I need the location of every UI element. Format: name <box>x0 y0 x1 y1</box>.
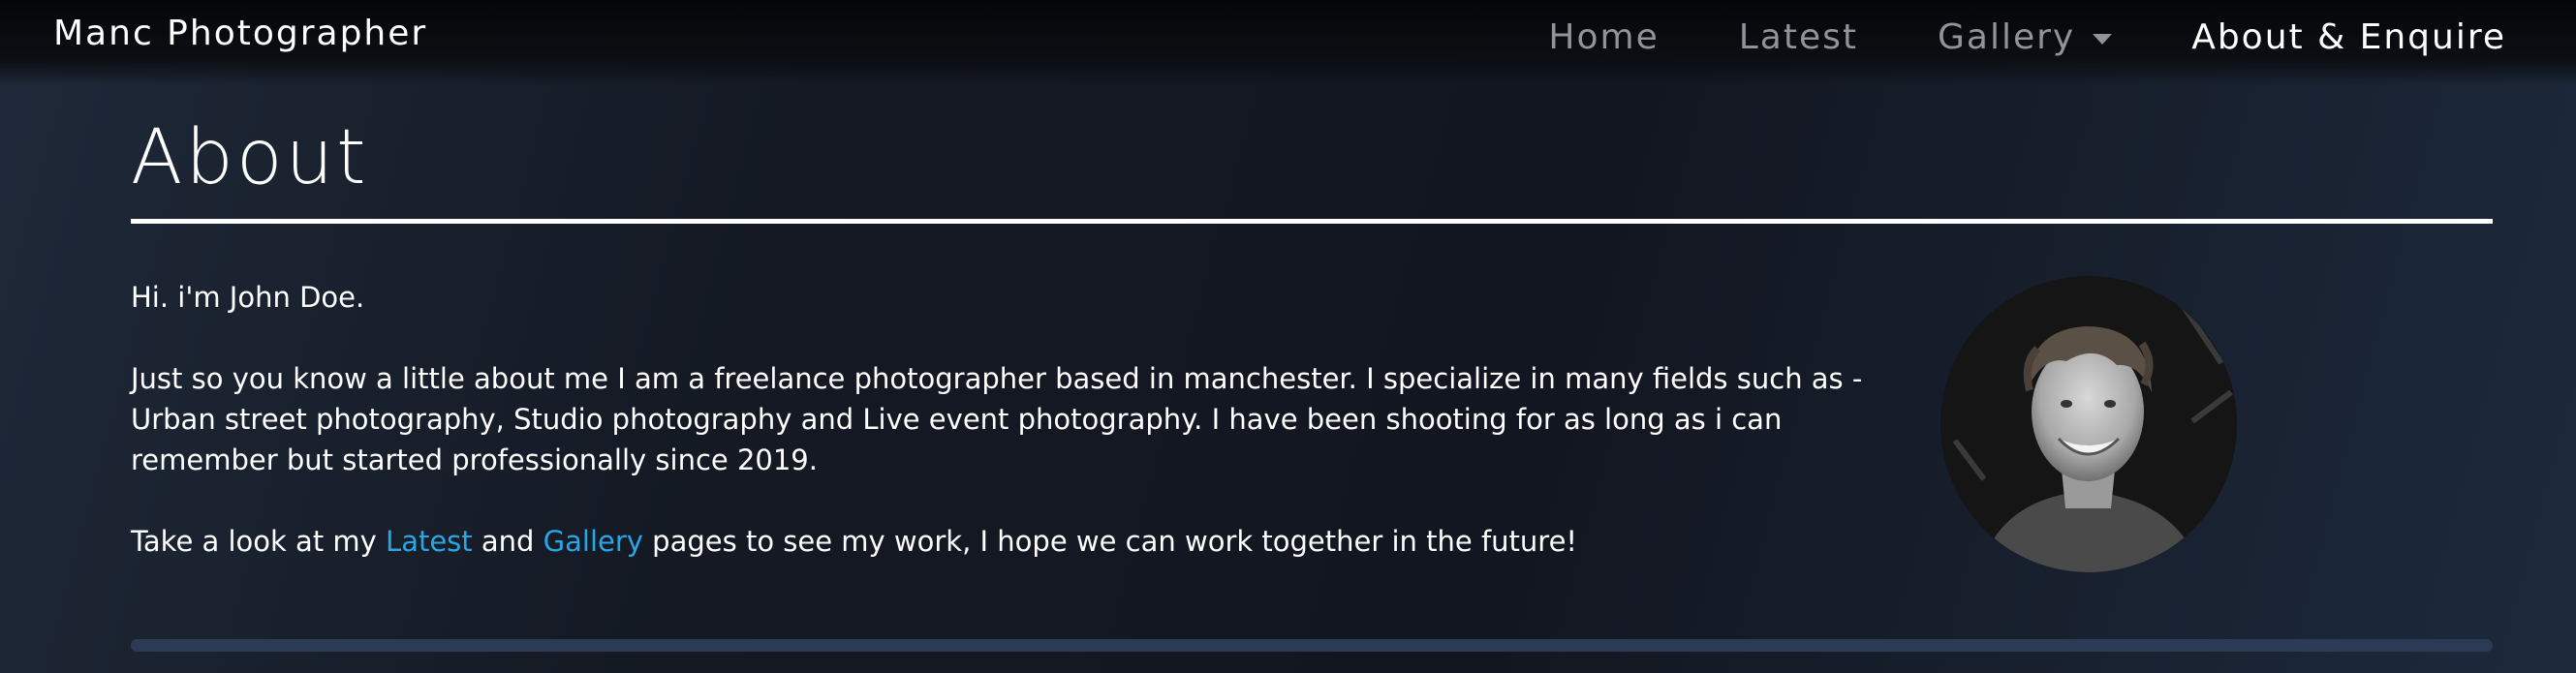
nav-gallery-label: Gallery <box>1937 17 2076 57</box>
cta-suffix: pages to see my work, I hope we can work… <box>642 525 1578 558</box>
main-nav: Home Latest Gallery About & Enquire <box>1469 17 2506 57</box>
cta-middle: and <box>472 525 543 558</box>
latest-link[interactable]: Latest <box>386 525 473 558</box>
bio-text: Just so you know a little about me I am … <box>131 362 1863 476</box>
brand-logo[interactable]: Manc Photographer <box>53 14 427 53</box>
top-navbar: Manc Photographer Home Latest Gallery Ab… <box>0 0 2576 85</box>
profile-photo <box>1940 276 2237 572</box>
title-divider <box>131 219 2493 224</box>
nav-gallery[interactable]: Gallery <box>1937 17 2113 57</box>
about-content: Hi. i'm John Doe. Just so you know a lit… <box>131 277 1909 602</box>
gallery-link[interactable]: Gallery <box>543 525 643 558</box>
intro-text: Hi. i'm John Doe. <box>131 281 365 314</box>
nav-home[interactable]: Home <box>1548 17 1659 57</box>
portrait-illustration <box>1940 276 2237 572</box>
page-title: About <box>131 114 369 201</box>
cta-prefix: Take a look at my <box>131 525 387 558</box>
cta-text: Take a look at my Latest and Gallery pag… <box>131 521 1909 562</box>
caret-down-icon <box>2093 34 2113 45</box>
section-footer-bar <box>131 639 2493 652</box>
nav-about-enquire[interactable]: About & Enquire <box>2191 17 2506 57</box>
nav-latest[interactable]: Latest <box>1739 17 1858 57</box>
